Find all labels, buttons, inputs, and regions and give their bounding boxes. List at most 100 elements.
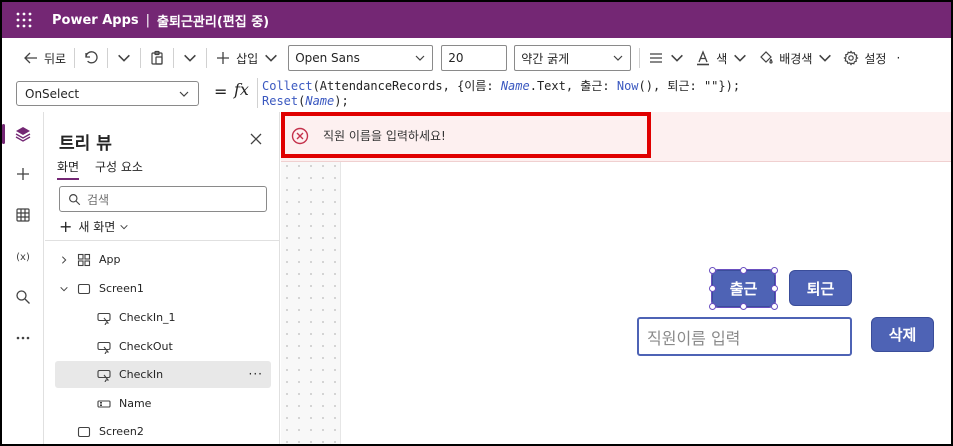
- delete-button[interactable]: 삭제: [871, 317, 934, 352]
- document-title: 출퇴근관리(편집 중): [157, 14, 270, 30]
- app-launcher-waffle-icon[interactable]: [6, 2, 42, 38]
- back-button[interactable]: 뒤로: [18, 44, 71, 72]
- formula-token: (AttendanceRecords, {이름:: [312, 79, 501, 93]
- tab-screens[interactable]: 화면: [57, 158, 80, 180]
- resize-handle[interactable]: [771, 303, 778, 310]
- insert-rail-button[interactable]: [2, 156, 44, 192]
- title-separator: |: [145, 12, 151, 28]
- property-select[interactable]: OnSelect: [16, 81, 199, 106]
- resize-handle[interactable]: [771, 267, 778, 274]
- svg-text:(x): (x): [16, 252, 30, 263]
- tree-item-app[interactable]: App: [45, 246, 280, 273]
- fill-label: 배경색: [779, 51, 813, 66]
- search-rail-button[interactable]: [2, 279, 44, 315]
- chevron-down-icon: [734, 54, 747, 62]
- chevron-down-icon: [120, 224, 129, 229]
- resize-handle[interactable]: [740, 303, 747, 310]
- font-size-input[interactable]: 20: [441, 45, 508, 71]
- plus-icon: +: [59, 217, 73, 236]
- tree-item-screen1[interactable]: Screen1: [45, 275, 280, 302]
- formula-token: );: [334, 94, 349, 108]
- resize-handle[interactable]: [771, 285, 778, 292]
- tree-item-screen2[interactable]: Screen2: [45, 418, 280, 444]
- chevron-down-icon: [613, 55, 623, 61]
- font-family-select[interactable]: Open Sans: [288, 45, 434, 71]
- tree-item-checkin[interactable]: CheckIn ···: [55, 361, 271, 388]
- font-weight-select[interactable]: 약간 굵게: [514, 45, 632, 71]
- chevron-right-icon[interactable]: [59, 255, 69, 265]
- formula-token: Name: [305, 94, 335, 108]
- more-rail-button[interactable]: [2, 320, 44, 356]
- tree-item-checkin-1[interactable]: CheckIn_1: [45, 304, 280, 331]
- search-icon: [16, 290, 30, 304]
- arrow-left-icon: [24, 52, 37, 64]
- table-icon: [16, 208, 30, 222]
- chevron-down-icon: [415, 55, 425, 61]
- tree-item-label: CheckIn: [119, 368, 164, 381]
- more-options-icon[interactable]: ···: [249, 367, 263, 381]
- more-icon: ·: [896, 51, 901, 65]
- tab-components[interactable]: 구성 요소: [95, 158, 143, 175]
- formula-token: .Text, 출근:: [529, 79, 617, 93]
- paste-button[interactable]: [144, 44, 170, 72]
- formula-editor[interactable]: Collect(AttendanceRecords, {이름: Name .Tex…: [257, 78, 951, 108]
- screen-icon: [77, 283, 91, 294]
- divider: [107, 48, 109, 68]
- paste-menu-button[interactable]: [177, 44, 203, 72]
- tree-search-placeholder: 검색: [87, 192, 110, 207]
- divider: [173, 48, 175, 68]
- chevron-down-icon: [184, 54, 196, 62]
- formula-token: Reset: [262, 94, 299, 108]
- fill-button[interactable]: 배경색: [753, 44, 838, 72]
- chevron-down-icon: [671, 54, 684, 62]
- fx-icon[interactable]: fx: [234, 80, 249, 99]
- tree-view-rail-button[interactable]: [2, 116, 44, 152]
- name-input-placeholder: 직원이름 입력: [647, 328, 741, 348]
- tree-view-panel: 트리 뷰 화면 구성 요소 검색 + 새 화면 App Screen1 Chec…: [45, 112, 280, 444]
- divider: [140, 48, 142, 68]
- data-rail-button[interactable]: [2, 197, 44, 233]
- divider: [45, 240, 280, 241]
- clipboard-icon: [151, 50, 163, 65]
- undo-button[interactable]: [78, 44, 104, 72]
- more-commands-button[interactable]: ·: [891, 44, 905, 72]
- font-color-button[interactable]: 색: [690, 44, 753, 72]
- chevron-down-icon: [265, 54, 278, 62]
- variables-icon: (x): [16, 252, 30, 263]
- tree-item-name[interactable]: Name: [45, 390, 280, 417]
- chevron-down-icon: [179, 91, 189, 97]
- resize-handle[interactable]: [709, 285, 716, 292]
- chevron-down-icon[interactable]: [59, 284, 69, 294]
- tree-item-label: Name: [119, 397, 152, 410]
- title-bar: Power Apps | 출퇴근관리(편집 중): [2, 2, 951, 38]
- design-canvas[interactable]: 직원 이름을 입력하세요! 출근 퇴근 직원이름 입력 삭제: [281, 112, 951, 444]
- resize-handle[interactable]: [709, 303, 716, 310]
- left-rail: (x): [2, 112, 44, 444]
- formula-token: Collect: [262, 79, 313, 93]
- employee-name-input[interactable]: 직원이름 입력: [637, 317, 852, 356]
- plus-icon: [217, 52, 230, 64]
- resize-handle[interactable]: [709, 267, 716, 274]
- back-label: 뒤로: [44, 51, 67, 66]
- insert-button[interactable]: 삽입: [210, 44, 284, 72]
- new-screen-button[interactable]: + 새 화면: [59, 217, 129, 236]
- tree-item-label: CheckIn_1: [119, 311, 176, 324]
- tree-search-input[interactable]: 검색: [59, 186, 267, 212]
- align-icon: [650, 53, 663, 63]
- plus-icon: [17, 168, 29, 180]
- tree-item-checkout[interactable]: CheckOut: [45, 333, 280, 360]
- text-input-icon: [97, 399, 111, 408]
- checkin-button[interactable]: 출근: [711, 269, 776, 308]
- resize-handle[interactable]: [740, 267, 747, 274]
- undo-menu-button[interactable]: [111, 44, 137, 72]
- property-value: OnSelect: [25, 86, 80, 101]
- close-icon[interactable]: [249, 132, 263, 146]
- align-button[interactable]: [643, 44, 690, 72]
- formula-token: (), 퇴근: ""});: [638, 79, 741, 93]
- checkout-button[interactable]: 퇴근: [789, 270, 852, 306]
- variables-rail-button[interactable]: (x): [2, 238, 44, 274]
- font-weight-value: 약간 굵게: [521, 51, 570, 66]
- screen-icon: [77, 426, 91, 437]
- settings-button[interactable]: 설정: [838, 44, 891, 72]
- error-highlight-box: [281, 112, 651, 158]
